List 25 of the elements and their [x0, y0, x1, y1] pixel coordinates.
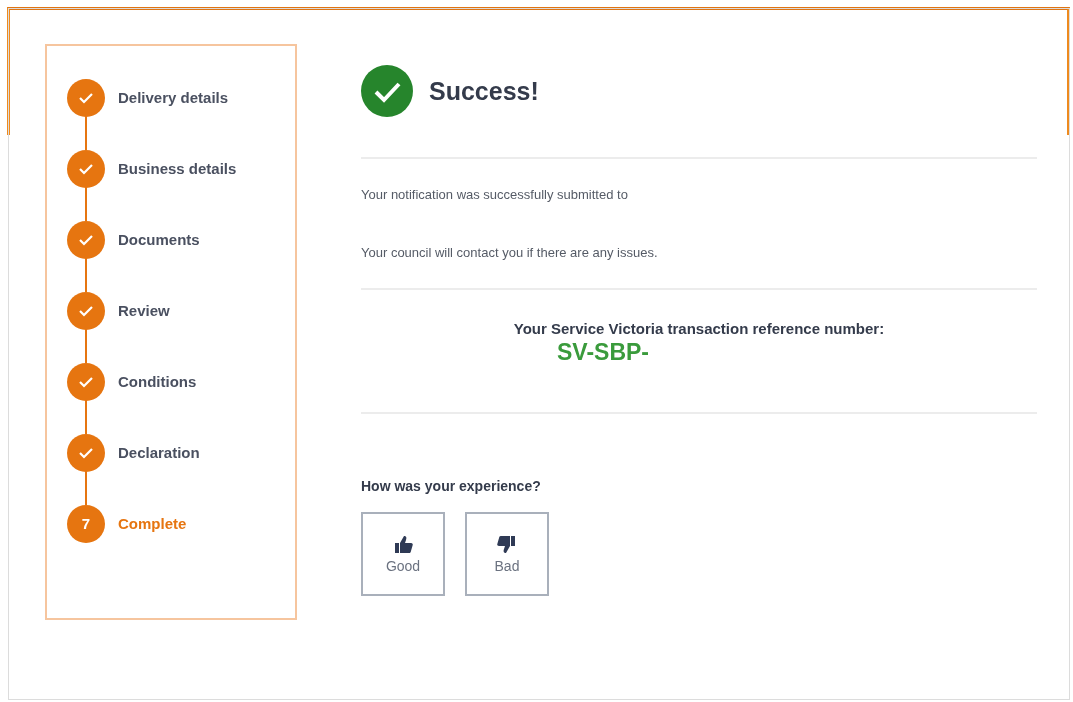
- feedback-question: How was your experience?: [361, 478, 542, 494]
- confirmation-message: Your notification was successfully submitted to: [361, 187, 629, 202]
- step-connector: [85, 258, 87, 292]
- step-connector: [85, 329, 87, 363]
- confirmation-message: Your council will contact you if there are any issues.: [361, 245, 659, 260]
- step-connector: [85, 400, 87, 434]
- step-connector: [85, 187, 87, 221]
- step-number: 7: [67, 504, 105, 543]
- step-label: Complete: [118, 515, 187, 532]
- step-label: Declaration: [118, 444, 200, 461]
- step-label: Delivery details: [118, 89, 229, 106]
- step-connector: [85, 471, 87, 505]
- thumbs-down-icon: [496, 534, 518, 554]
- step-label: Documents: [118, 231, 200, 248]
- thumbs-up-icon: [392, 534, 414, 554]
- reference-number: SV-SBP-: [557, 339, 651, 366]
- feedback-button[interactable]: Bad: [465, 512, 549, 596]
- feedback-button[interactable]: Good: [361, 512, 445, 596]
- step-label: Business details: [118, 160, 237, 177]
- step-connector: [85, 116, 87, 150]
- step-label: Conditions: [118, 373, 197, 390]
- success-check-icon: [361, 65, 413, 117]
- success-title: Success!: [429, 76, 539, 106]
- step-label: Review: [118, 302, 170, 319]
- reference-label: Your Service Victoria transaction reference number:: [513, 320, 885, 337]
